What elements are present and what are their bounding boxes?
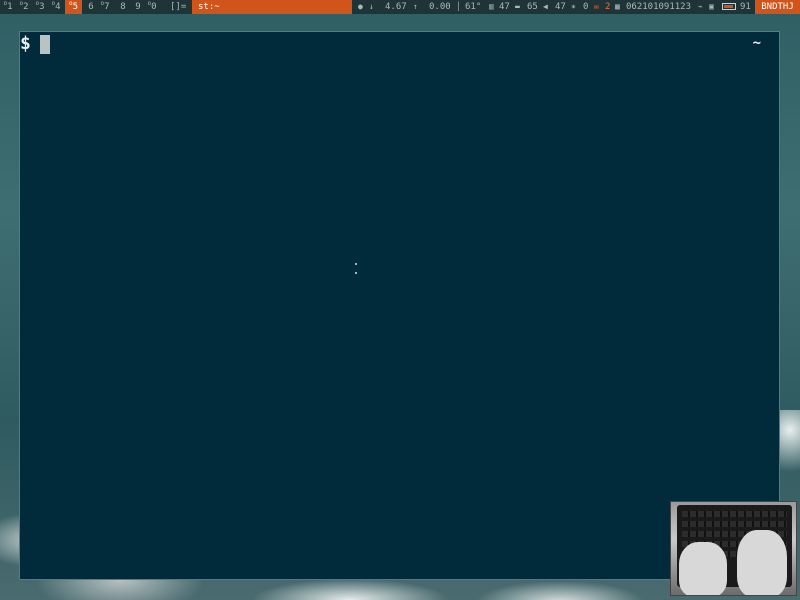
memory-value: 47: [499, 2, 510, 12]
workspace-0[interactable]: o0: [144, 0, 160, 14]
window-title: st:~: [192, 0, 352, 14]
workspace-label: 8: [120, 2, 126, 12]
display-icon: ▣: [709, 2, 714, 11]
speaker-icon: ◀: [543, 2, 548, 11]
workspace-label: 4: [55, 2, 61, 12]
workspace-label: 5: [72, 2, 79, 12]
workspace-9[interactable]: 9: [131, 0, 145, 14]
workspace-5[interactable]: o5: [65, 0, 82, 14]
workspace-4[interactable]: o4: [48, 0, 64, 14]
battery-fill: [724, 5, 733, 8]
volume-value: 47: [555, 2, 566, 12]
shell-prompt: $: [20, 33, 31, 54]
mail-icon: ✉: [594, 2, 599, 11]
workspace-label: 2: [23, 2, 29, 12]
mail-count: 2: [605, 2, 611, 12]
net-down-value: 4.67: [385, 2, 407, 12]
dot-marker: [355, 272, 357, 274]
workspace-label: 9: [135, 2, 141, 12]
battery-icon: [722, 3, 736, 10]
workspace-label: 7: [104, 2, 110, 12]
status-bar: o1 o2 o3 o4 o5 6 o7 8 9 o0 []= st:~ ● ↓ …: [0, 0, 800, 14]
mic-value: 0: [583, 2, 589, 12]
workspace-3[interactable]: o3: [32, 0, 48, 14]
layout-indicator[interactable]: []=: [170, 0, 186, 14]
globe-icon: ●: [358, 2, 363, 11]
workspace-7[interactable]: o7: [97, 0, 113, 14]
workspace-label: 1: [7, 2, 13, 12]
workspace-label: 0: [151, 2, 157, 12]
workspace-2[interactable]: o2: [16, 0, 32, 14]
temperature-value: 61°: [465, 2, 482, 12]
webcam-overlay: [670, 501, 797, 596]
workspace-label: 3: [39, 2, 45, 12]
dot-marker: [355, 263, 357, 265]
thermometer-icon: │: [456, 2, 461, 11]
workspace-8[interactable]: 8: [116, 0, 130, 14]
status-tag: BNDTHJ: [755, 0, 800, 14]
disk-value: 65: [527, 2, 538, 12]
cwd-indicator: ~: [752, 35, 761, 51]
terminal-window[interactable]: $ ~: [19, 31, 780, 580]
battery-value: 91: [740, 2, 751, 12]
memory-icon: ▥: [489, 2, 494, 11]
calendar-icon: ▦: [615, 2, 620, 11]
datetime-value: 062101091123: [626, 2, 692, 12]
workspace-1[interactable]: o1: [0, 0, 16, 14]
text-cursor: [40, 35, 50, 54]
left-hand-image: [679, 542, 727, 595]
net-up-value: 0.00: [429, 2, 451, 12]
arrow-up-icon: ↑: [413, 2, 418, 11]
folder-icon: ▬: [515, 2, 520, 11]
microphone-icon: ✶: [571, 2, 576, 11]
workspace-6[interactable]: 6: [84, 0, 98, 14]
right-hand-image: [737, 530, 787, 595]
plug-icon: ⌁: [698, 2, 703, 11]
arrow-down-icon: ↓: [369, 2, 374, 11]
workspace-label: 6: [88, 2, 94, 12]
